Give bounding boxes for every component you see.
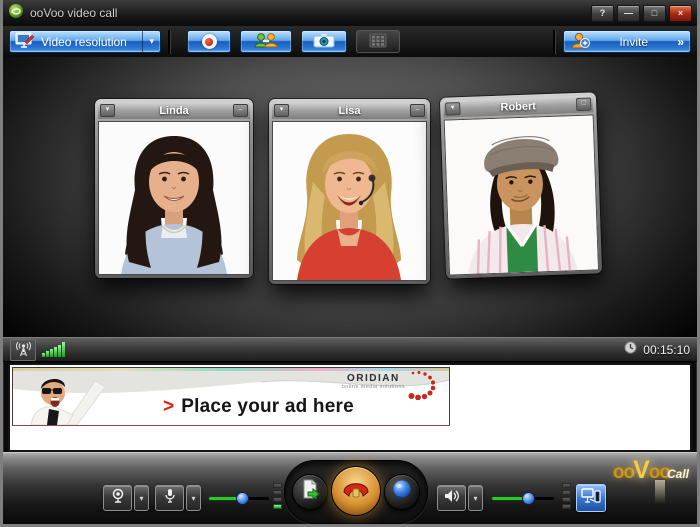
video-feed-robert[interactable] bbox=[444, 114, 599, 275]
keypad-button bbox=[356, 30, 400, 53]
chevron-right-icon: » bbox=[677, 35, 684, 49]
chat-button[interactable] bbox=[384, 474, 420, 510]
speaker-button[interactable] bbox=[437, 485, 466, 511]
microphone-icon bbox=[165, 488, 175, 509]
conference-button[interactable] bbox=[240, 30, 292, 53]
chevron-down-icon[interactable]: ▾ bbox=[142, 31, 160, 52]
call-duration: 00:15:10 bbox=[643, 343, 690, 357]
video-resolution-label: Video resolution bbox=[41, 35, 127, 49]
webcam-options-dropdown[interactable]: ▾ bbox=[134, 485, 149, 511]
end-call-button[interactable] bbox=[331, 466, 381, 516]
speaker-level-meter bbox=[562, 483, 571, 509]
minimize-button[interactable]: — bbox=[617, 5, 640, 22]
monitor-phone-icon bbox=[581, 487, 601, 509]
oovoo-app-icon bbox=[8, 3, 24, 24]
window-controls: ? — □ × bbox=[591, 5, 692, 22]
video-panel-lisa: ▾ Lisa – bbox=[269, 99, 430, 284]
video-stage: ▾ Linda – bbox=[3, 57, 697, 337]
video-resolution-button[interactable]: Video resolution ▾ bbox=[9, 30, 161, 53]
slider-knob[interactable] bbox=[522, 492, 535, 505]
panel-minimize-icon[interactable]: – bbox=[233, 104, 248, 117]
participant-name: Lisa bbox=[291, 105, 408, 117]
call-actions-group bbox=[284, 460, 428, 524]
video-panel-robert: ▾ Robert □ bbox=[440, 92, 602, 278]
video-feed-linda[interactable] bbox=[98, 121, 250, 275]
panel-minimize-icon[interactable]: – bbox=[410, 104, 425, 117]
logo-subtext: Call bbox=[667, 467, 689, 481]
speaker-options-dropdown[interactable]: ▾ bbox=[468, 485, 483, 511]
speaker-volume-slider[interactable] bbox=[492, 492, 554, 505]
chat-bubble-icon bbox=[391, 479, 413, 506]
toolbar-divider bbox=[168, 30, 171, 54]
status-bar: 00:15:10 bbox=[3, 337, 697, 362]
clock-icon bbox=[624, 341, 637, 359]
ad-panel: > Place your ad here ORIDIAN online media… bbox=[8, 363, 692, 452]
window-title: ooVoo video call bbox=[30, 6, 117, 20]
microphone-volume-slider[interactable] bbox=[209, 492, 269, 505]
oridian-logo: ORIDIAN online media solutions bbox=[342, 373, 405, 390]
ad-excited-man-image bbox=[15, 371, 107, 425]
slider-knob[interactable] bbox=[236, 492, 249, 505]
ad-banner[interactable]: > Place your ad here ORIDIAN online media… bbox=[12, 367, 450, 426]
logo-light-beam bbox=[655, 480, 665, 504]
oridian-brand-text: ORIDIAN bbox=[342, 373, 405, 384]
webcam-icon bbox=[110, 488, 126, 509]
oovoo-app-window: ooVoo video call ? — □ × Video resolutio… bbox=[3, 0, 697, 524]
add-contact-icon bbox=[570, 32, 590, 52]
ad-call-to-action: > Place your ad here bbox=[163, 396, 354, 418]
send-file-icon bbox=[300, 479, 320, 506]
participant-name: Robert bbox=[462, 99, 574, 115]
microphone-level-meter bbox=[273, 483, 282, 509]
maximize-button[interactable]: □ bbox=[643, 5, 666, 22]
microphone-button[interactable] bbox=[155, 485, 184, 511]
title-bar: ooVoo video call ? — □ × bbox=[3, 0, 697, 27]
invite-button[interactable]: Invite » bbox=[563, 30, 691, 53]
ad-arrow-icon: > bbox=[163, 396, 174, 417]
oovoo-call-logo: ooVooCall bbox=[613, 456, 689, 485]
panel-menu-icon[interactable]: ▾ bbox=[100, 104, 115, 117]
participant-name: Linda bbox=[117, 105, 231, 117]
help-button[interactable]: ? bbox=[591, 5, 614, 22]
send-file-button[interactable] bbox=[292, 474, 328, 510]
broadcast-antenna-icon bbox=[10, 339, 36, 361]
oridian-tagline: online media solutions bbox=[342, 384, 405, 390]
toolbar-divider bbox=[553, 30, 556, 54]
control-bar: ▾ ▾ bbox=[3, 452, 697, 524]
logo-text: oo bbox=[613, 462, 634, 484]
logo-text: V bbox=[633, 456, 650, 485]
webcam-button[interactable] bbox=[103, 485, 132, 511]
snapshot-button[interactable] bbox=[301, 30, 347, 53]
end-call-phone-icon bbox=[340, 478, 372, 505]
camera-icon bbox=[313, 33, 335, 51]
oridian-dots-icon bbox=[403, 370, 437, 400]
display-mode-button[interactable] bbox=[576, 484, 606, 512]
group-call-icon bbox=[253, 32, 279, 51]
video-panel-header[interactable]: ▾ Linda – bbox=[98, 102, 250, 119]
keypad-icon bbox=[369, 33, 387, 51]
close-button[interactable]: × bbox=[669, 5, 692, 22]
video-panel-linda: ▾ Linda – bbox=[95, 99, 253, 278]
signal-strength-indicator bbox=[42, 342, 65, 357]
record-button[interactable] bbox=[187, 30, 231, 53]
invite-label: Invite bbox=[594, 35, 673, 49]
speaker-icon bbox=[444, 489, 460, 508]
record-icon bbox=[202, 34, 217, 49]
panel-restore-icon[interactable]: □ bbox=[576, 98, 591, 112]
panel-menu-icon[interactable]: ▾ bbox=[445, 102, 460, 116]
panel-menu-icon[interactable]: ▾ bbox=[274, 104, 289, 117]
ad-cta-text: Place your ad here bbox=[181, 396, 354, 417]
video-feed-lisa[interactable] bbox=[272, 121, 427, 281]
microphone-options-dropdown[interactable]: ▾ bbox=[186, 485, 201, 511]
toolbar: Video resolution ▾ bbox=[3, 26, 697, 58]
monitor-settings-icon bbox=[15, 32, 35, 51]
video-panel-header[interactable]: ▾ Lisa – bbox=[272, 102, 427, 119]
